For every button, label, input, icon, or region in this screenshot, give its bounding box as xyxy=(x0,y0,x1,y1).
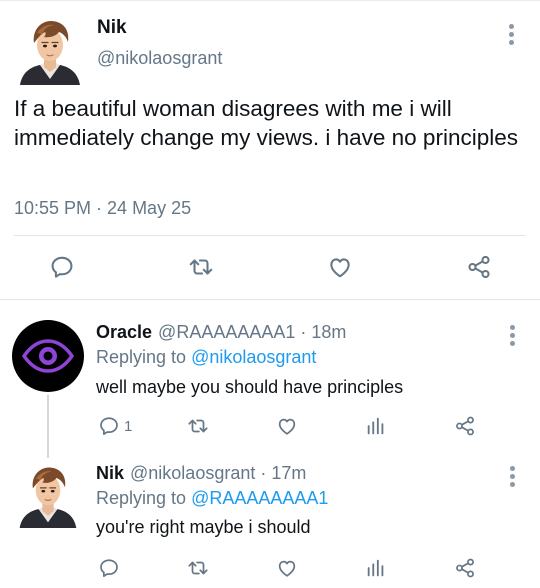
tweet-timestamp[interactable]: 10:55 PM · 24 May 25 xyxy=(14,198,191,219)
reply-icon[interactable]: 1 xyxy=(98,415,132,437)
reply-text: well maybe you should have principles xyxy=(96,377,404,397)
reply-icon[interactable] xyxy=(98,557,120,579)
more-options-icon[interactable] xyxy=(510,466,516,490)
more-options-icon[interactable] xyxy=(509,24,515,48)
share-icon[interactable] xyxy=(466,254,492,280)
divider xyxy=(14,235,526,236)
replying-to-label: Replying to xyxy=(96,347,187,367)
mention-link[interactable]: @RAAAAAAAA1 xyxy=(191,488,328,508)
more-options-icon[interactable] xyxy=(510,325,516,349)
author-name[interactable]: Oracle xyxy=(96,322,152,342)
analytics-icon[interactable] xyxy=(365,415,387,437)
reply-count: 1 xyxy=(124,417,133,435)
reply-header: Nik @nikolaosgrant · 17m xyxy=(96,463,306,484)
like-icon[interactable] xyxy=(276,557,298,579)
analytics-icon[interactable] xyxy=(365,557,387,579)
top-divider xyxy=(0,0,540,1)
author-meta[interactable]: @nikolaosgrant · 17m xyxy=(130,463,306,483)
author-handle[interactable]: @nikolaosgrant xyxy=(97,48,222,69)
avatar[interactable] xyxy=(12,320,84,392)
retweet-icon[interactable] xyxy=(188,254,214,280)
author-name[interactable]: Nik xyxy=(96,463,124,483)
reply-text: you're right maybe i should xyxy=(96,517,311,537)
like-icon[interactable] xyxy=(327,254,353,280)
reply-header: Oracle @RAAAAAAAA1 · 18m xyxy=(96,322,346,343)
replying-to: Replying to @nikolaosgrant xyxy=(96,347,316,368)
replying-to: Replying to @RAAAAAAAA1 xyxy=(96,488,328,509)
tweet-text: If a beautiful woman disagrees with me i… xyxy=(14,96,518,150)
reply-icon[interactable] xyxy=(49,254,75,280)
divider xyxy=(0,299,540,300)
author-meta[interactable]: @RAAAAAAAA1 · 18m xyxy=(158,322,346,342)
like-icon[interactable] xyxy=(276,415,298,437)
replying-to-label: Replying to xyxy=(96,488,187,508)
share-icon[interactable] xyxy=(454,415,476,437)
thread-connector xyxy=(47,395,49,458)
share-icon[interactable] xyxy=(454,557,476,579)
retweet-icon[interactable] xyxy=(187,415,209,437)
retweet-icon[interactable] xyxy=(187,557,209,579)
mention-link[interactable]: @nikolaosgrant xyxy=(191,347,316,367)
avatar[interactable] xyxy=(14,13,86,85)
author-name[interactable]: Nik xyxy=(97,17,127,39)
avatar[interactable] xyxy=(14,460,82,528)
